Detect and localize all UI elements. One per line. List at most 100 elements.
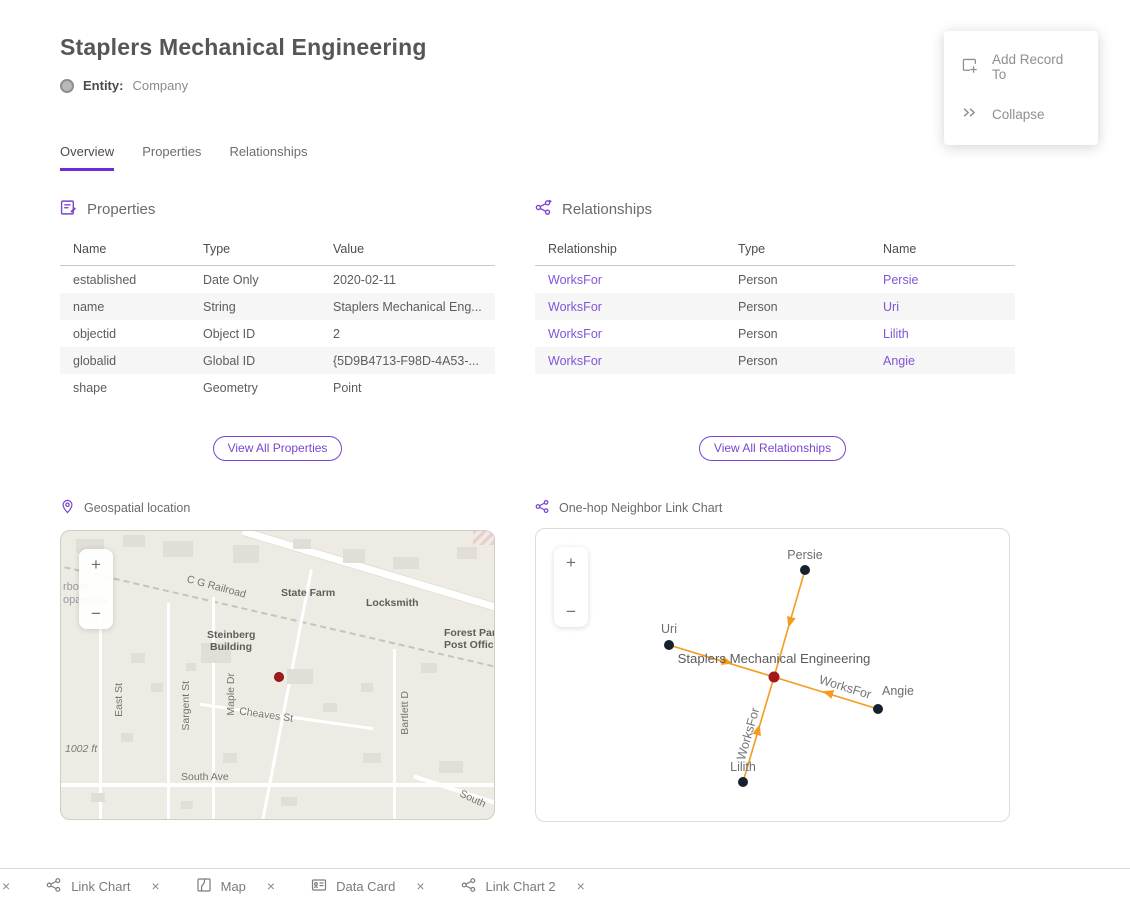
map-building	[361, 683, 373, 692]
node-uri[interactable]	[664, 640, 674, 650]
properties-title: Properties	[87, 201, 155, 218]
context-menu: Add Record To Collapse	[944, 31, 1098, 145]
map-building	[186, 663, 196, 671]
data-card-page: Staplers Mechanical Engineering Entity: …	[0, 0, 1130, 903]
table-row: WorksFor Person Persie	[535, 266, 1015, 294]
map-building	[287, 669, 313, 684]
map-building	[91, 793, 105, 802]
table-row: shape Geometry Point	[60, 374, 495, 401]
col-header-name: Name	[870, 235, 1015, 266]
properties-form-icon	[60, 199, 77, 220]
link-chart-icon	[461, 877, 477, 896]
tab-bar: Overview Properties Relationships	[60, 144, 307, 171]
map-scale-label: 1002 ft	[65, 743, 97, 755]
entity-link[interactable]: Lilith	[883, 327, 909, 341]
relationship-link[interactable]: WorksFor	[548, 354, 602, 368]
map-road	[99, 616, 102, 820]
map-label-locksmith: Locksmith	[366, 597, 419, 609]
view-tab-data-card[interactable]: Data Card ×	[311, 877, 424, 896]
menu-item-collapse[interactable]: Collapse	[944, 93, 1098, 135]
entity-link[interactable]: Angie	[883, 354, 915, 368]
map-label-bartlett-dr: Bartlett D	[399, 691, 411, 735]
collapse-icon	[961, 104, 978, 124]
node-lilith[interactable]	[738, 777, 748, 787]
node-persie[interactable]	[800, 565, 810, 575]
relationships-title: Relationships	[562, 201, 652, 218]
map-building	[439, 761, 463, 773]
table-row: WorksFor Person Lilith	[535, 320, 1015, 347]
zoom-in-button[interactable]: +	[554, 547, 588, 578]
prop-name: objectid	[60, 320, 190, 347]
zoom-out-button[interactable]: −	[79, 598, 113, 629]
view-tab-label: Data Card	[336, 879, 395, 894]
map-building	[233, 545, 259, 563]
map-label-south-ave: South Ave	[181, 771, 229, 783]
properties-section: Properties Name Type Value established D…	[60, 199, 495, 401]
tab-relationships[interactable]: Relationships	[229, 144, 307, 171]
map-icon	[196, 877, 212, 896]
col-header-type: Type	[725, 235, 870, 266]
node-center-staplers[interactable]	[769, 672, 780, 683]
view-tab-label: Map	[221, 879, 246, 894]
rel-type: Person	[725, 320, 870, 347]
close-icon[interactable]: ×	[577, 878, 585, 894]
zoom-in-button[interactable]: +	[79, 549, 113, 580]
node-label: Angie	[882, 684, 914, 698]
rel-type: Person	[725, 293, 870, 320]
relationship-link[interactable]: WorksFor	[548, 300, 602, 314]
relationship-link[interactable]: WorksFor	[548, 273, 602, 287]
entity-value: Company	[132, 78, 188, 93]
map-label-sargent-st: Sargent St	[180, 681, 192, 731]
map-building	[421, 663, 437, 673]
map-zoom-control: + −	[79, 549, 113, 629]
menu-item-label: Collapse	[992, 107, 1045, 122]
prop-type: Global ID	[190, 347, 320, 374]
table-row: globalid Global ID {5D9B4713-F98D-4A53-.…	[60, 347, 495, 374]
map-hatched-area	[473, 531, 495, 545]
prop-value: {5D9B4713-F98D-4A53-...	[320, 347, 495, 374]
entity-type-icon	[60, 79, 74, 93]
map-building	[293, 539, 311, 549]
table-row: WorksFor Person Angie	[535, 347, 1015, 374]
rel-type: Person	[725, 266, 870, 294]
zoom-out-button[interactable]: −	[554, 596, 588, 627]
close-icon[interactable]: ×	[151, 878, 159, 894]
node-label: Lilith	[730, 760, 756, 774]
close-icon[interactable]: ×	[2, 878, 10, 894]
view-tab-label: Link Chart 2	[486, 879, 556, 894]
view-tab-label: Link Chart	[71, 879, 130, 894]
prop-name: name	[60, 293, 190, 320]
map-label-south: South	[458, 788, 488, 810]
menu-item-add-record-to[interactable]: Add Record To	[944, 41, 1098, 93]
entity-link[interactable]: Uri	[883, 300, 899, 314]
close-icon[interactable]: ×	[416, 878, 424, 894]
entity-link[interactable]: Persie	[883, 273, 918, 287]
col-header-relationship: Relationship	[535, 235, 725, 266]
prop-value: Point	[320, 374, 495, 401]
view-tab-link-chart[interactable]: Link Chart ×	[46, 877, 159, 896]
close-icon[interactable]: ×	[267, 878, 275, 894]
link-chart-view[interactable]: WorksFor WorksFor Persie Uri Angie Lilit…	[535, 528, 1010, 822]
tab-properties[interactable]: Properties	[142, 144, 201, 171]
map-building	[123, 535, 145, 547]
prop-value: 2	[320, 320, 495, 347]
view-tab-link-chart-2[interactable]: Link Chart 2 ×	[461, 877, 585, 896]
add-record-icon	[961, 57, 978, 77]
map-view[interactable]: rbour opaedics C G Railroad State Farm L…	[60, 530, 495, 820]
relationship-link[interactable]: WorksFor	[548, 327, 602, 341]
view-all-properties-button[interactable]: View All Properties	[213, 436, 343, 461]
view-all-relationships-button[interactable]: View All Relationships	[699, 436, 846, 461]
node-angie[interactable]	[873, 704, 883, 714]
prop-value: Staplers Mechanical Eng...	[320, 293, 495, 320]
tab-overview[interactable]: Overview	[60, 144, 114, 171]
table-row: established Date Only 2020-02-11	[60, 266, 495, 294]
page-title: Staplers Mechanical Engineering	[60, 34, 427, 61]
prop-name: globalid	[60, 347, 190, 374]
map-location-marker[interactable]	[274, 672, 284, 682]
prop-name: shape	[60, 374, 190, 401]
map-label-steinberg: Building	[210, 641, 252, 653]
map-building	[151, 683, 163, 692]
link-chart-icon	[535, 499, 550, 517]
map-building	[223, 753, 237, 763]
view-tab-map[interactable]: Map ×	[196, 877, 275, 896]
